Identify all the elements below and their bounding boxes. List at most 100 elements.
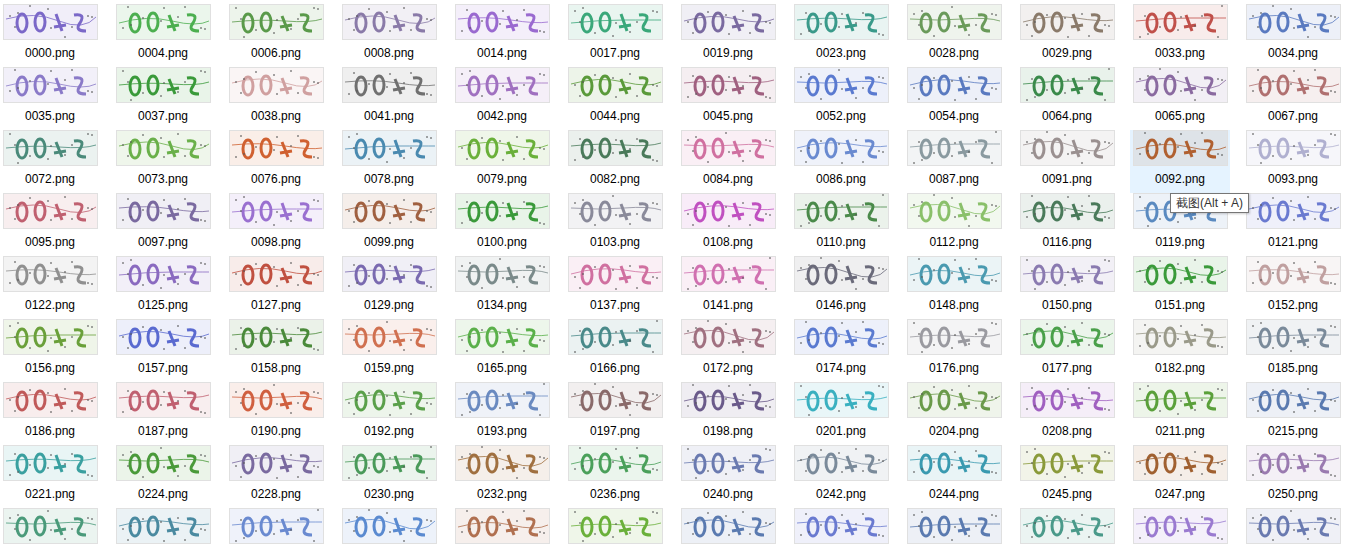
file-item[interactable]: 0084.png <box>678 130 778 193</box>
file-item[interactable]: 0029.png <box>1017 4 1117 67</box>
file-item[interactable]: 0064.png <box>1017 67 1117 130</box>
file-item[interactable]: 0082.png <box>565 130 665 193</box>
file-item[interactable]: 0211.png <box>1130 382 1230 445</box>
file-item[interactable]: 0177.png <box>1017 319 1117 382</box>
file-item[interactable]: 0108.png <box>678 193 778 256</box>
file-item[interactable]: 0193.png <box>452 382 552 445</box>
file-item[interactable]: 0208.png <box>1017 382 1117 445</box>
file-item[interactable]: 0125.png <box>113 256 213 319</box>
file-item[interactable]: 0158.png <box>226 319 326 382</box>
file-item[interactable]: 0028.png <box>904 4 1004 67</box>
file-item[interactable]: 0052.png <box>791 67 891 130</box>
file-item[interactable]: 0087.png <box>904 130 1004 193</box>
file-item[interactable]: 0244.png <box>904 445 1004 508</box>
file-item[interactable]: 0198.png <box>678 382 778 445</box>
file-item[interactable]: 0201.png <box>791 382 891 445</box>
file-item[interactable]: 0100.png <box>452 193 552 256</box>
file-item[interactable]: 0033.png <box>1130 4 1230 67</box>
file-item[interactable]: 0121.png <box>1243 193 1343 256</box>
file-item[interactable]: 0185.png <box>1243 319 1343 382</box>
file-item[interactable] <box>452 508 552 549</box>
file-item[interactable]: 0054.png <box>904 67 1004 130</box>
file-item[interactable]: 0112.png <box>904 193 1004 256</box>
file-item[interactable]: 0034.png <box>1243 4 1343 67</box>
file-item[interactable]: 0086.png <box>791 130 891 193</box>
file-item[interactable]: 0000.png <box>0 4 100 67</box>
file-item[interactable]: 0247.png <box>1130 445 1230 508</box>
file-item[interactable]: 0224.png <box>113 445 213 508</box>
file-item[interactable]: 0095.png <box>0 193 100 256</box>
file-item[interactable]: 0110.png <box>791 193 891 256</box>
file-item[interactable]: 0242.png <box>791 445 891 508</box>
file-item[interactable]: 0044.png <box>565 67 665 130</box>
file-item[interactable]: 0221.png <box>0 445 100 508</box>
file-item[interactable]: 0141.png <box>678 256 778 319</box>
file-item[interactable]: 0042.png <box>452 67 552 130</box>
file-item[interactable] <box>565 508 665 549</box>
file-item[interactable] <box>339 508 439 549</box>
file-item[interactable] <box>113 508 213 549</box>
file-item[interactable]: 0116.png <box>1017 193 1117 256</box>
file-item[interactable]: 0197.png <box>565 382 665 445</box>
file-item[interactable]: 0076.png <box>226 130 326 193</box>
file-item[interactable]: 0017.png <box>565 4 665 67</box>
file-item[interactable]: 0240.png <box>678 445 778 508</box>
file-item[interactable]: 0019.png <box>678 4 778 67</box>
file-item[interactable]: 0204.png <box>904 382 1004 445</box>
file-item[interactable] <box>1130 508 1230 549</box>
file-item[interactable]: 0099.png <box>339 193 439 256</box>
file-item[interactable]: 0182.png <box>1130 319 1230 382</box>
file-item[interactable]: 0137.png <box>565 256 665 319</box>
file-item[interactable]: 0215.png <box>1243 382 1343 445</box>
file-item[interactable]: 0148.png <box>904 256 1004 319</box>
file-item[interactable]: 0146.png <box>791 256 891 319</box>
file-item[interactable] <box>1243 508 1343 549</box>
file-item[interactable]: 0192.png <box>339 382 439 445</box>
file-item[interactable]: 0065.png <box>1130 67 1230 130</box>
file-item[interactable]: 0098.png <box>226 193 326 256</box>
file-item[interactable]: 0097.png <box>113 193 213 256</box>
file-item[interactable]: 0156.png <box>0 319 100 382</box>
file-item[interactable] <box>791 508 891 549</box>
file-item[interactable] <box>678 508 778 549</box>
file-item[interactable]: 0127.png <box>226 256 326 319</box>
file-item[interactable]: 0174.png <box>791 319 891 382</box>
file-item[interactable]: 0014.png <box>452 4 552 67</box>
file-item[interactable]: 0067.png <box>1243 67 1343 130</box>
file-item[interactable]: 0079.png <box>452 130 552 193</box>
file-item[interactable]: 0245.png <box>1017 445 1117 508</box>
file-item[interactable]: 0006.png <box>226 4 326 67</box>
file-item[interactable]: 0176.png <box>904 319 1004 382</box>
file-item[interactable]: 0122.png <box>0 256 100 319</box>
file-item[interactable]: 0166.png <box>565 319 665 382</box>
file-item[interactable]: 0230.png <box>339 445 439 508</box>
file-item[interactable]: 0228.png <box>226 445 326 508</box>
file-item[interactable]: 0157.png <box>113 319 213 382</box>
file-item[interactable]: 0134.png <box>452 256 552 319</box>
file-item[interactable]: 0023.png <box>791 4 891 67</box>
file-item[interactable] <box>904 508 1004 549</box>
file-item[interactable]: 0045.png <box>678 67 778 130</box>
file-item[interactable]: 0093.png <box>1243 130 1343 193</box>
file-item[interactable]: 0129.png <box>339 256 439 319</box>
file-item[interactable]: 0159.png <box>339 319 439 382</box>
file-item[interactable]: 0037.png <box>113 67 213 130</box>
file-item[interactable]: 0038.png <box>226 67 326 130</box>
file-item[interactable] <box>1017 508 1117 549</box>
file-item[interactable]: 0150.png <box>1017 256 1117 319</box>
file-item[interactable]: 0190.png <box>226 382 326 445</box>
file-item[interactable]: 0236.png <box>565 445 665 508</box>
file-item[interactable]: 0172.png <box>678 319 778 382</box>
file-item[interactable]: 0092.png <box>1130 130 1230 193</box>
file-item[interactable]: 0152.png <box>1243 256 1343 319</box>
file-item[interactable]: 0073.png <box>113 130 213 193</box>
file-item[interactable]: 0008.png <box>339 4 439 67</box>
file-item[interactable]: 0078.png <box>339 130 439 193</box>
file-item[interactable]: 0250.png <box>1243 445 1343 508</box>
file-item[interactable]: 0004.png <box>113 4 213 67</box>
file-item[interactable]: 0165.png <box>452 319 552 382</box>
file-item[interactable]: 0091.png <box>1017 130 1117 193</box>
file-item[interactable]: 0232.png <box>452 445 552 508</box>
file-item[interactable] <box>0 508 100 549</box>
file-item[interactable]: 0035.png <box>0 67 100 130</box>
